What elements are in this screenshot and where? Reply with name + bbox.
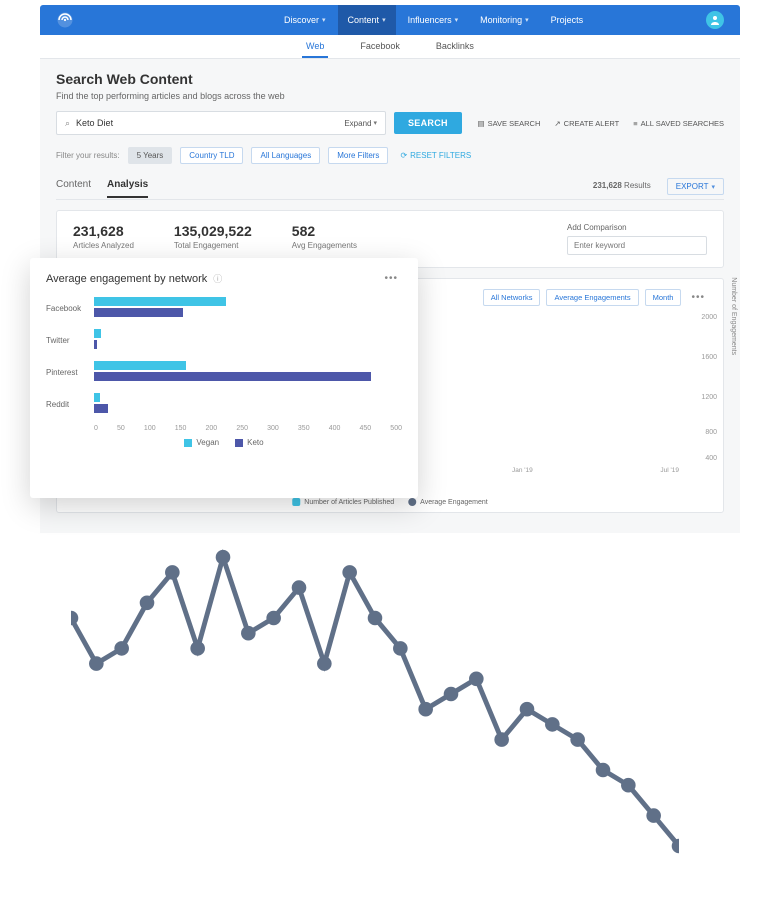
overlay-row-label: Pinterest [46, 368, 94, 377]
top-nav: Discover▾ Content▾ Influencers▾ Monitori… [40, 5, 740, 35]
overlay-row-label: Facebook [46, 304, 94, 313]
nav-monitoring[interactable]: Monitoring▾ [470, 5, 539, 35]
chevron-down-icon: ▾ [322, 16, 326, 24]
chart2-pill-networks[interactable]: All Networks [483, 289, 541, 306]
subtab-facebook[interactable]: Facebook [356, 35, 404, 58]
filters-label: Filter your results: [56, 151, 120, 160]
results-count: 231,628 Results [593, 181, 651, 196]
search-box[interactable]: ⌕ Expand ▾ [56, 111, 386, 135]
subtabs: Web Facebook Backlinks [40, 35, 740, 59]
expand-dropdown[interactable]: Expand ▾ [344, 119, 377, 128]
overlay-row-label: Twitter [46, 336, 94, 345]
subtab-web[interactable]: Web [302, 35, 328, 58]
page-title: Search Web Content [56, 71, 724, 87]
chevron-down-icon: ▾ [382, 16, 386, 24]
nav-content[interactable]: Content▾ [338, 5, 396, 35]
overlay-bars: Facebook Twitter Pinterest Reddit [46, 297, 402, 415]
add-comparison-label: Add Comparison [567, 223, 707, 232]
overlay-xaxis: 050100150200250300350400450500 [94, 425, 402, 432]
subtab-backlinks[interactable]: Backlinks [432, 35, 478, 58]
bookmark-icon: ▤ [477, 119, 484, 128]
tab-content[interactable]: Content [56, 179, 91, 198]
filter-time[interactable]: 5 Years [128, 147, 173, 164]
export-button[interactable]: EXPORT ▾ [667, 178, 724, 195]
stat-engagement: 135,029,522 Total Engagement [174, 223, 252, 250]
refresh-icon: ⟳ [400, 151, 407, 160]
more-icon[interactable]: ••• [380, 273, 402, 284]
chevron-down-icon: ▾ [455, 16, 459, 24]
chart2-pill-granularity[interactable]: Month [645, 289, 682, 306]
chart2-yaxis: 2000 1600 1200 800 400 [687, 314, 717, 474]
tab-analysis[interactable]: Analysis [107, 179, 148, 198]
overlay-row-label: Reddit [46, 400, 94, 409]
stat-avg: 582 Avg Engagements [292, 223, 357, 250]
create-alert-button[interactable]: ↗CREATE ALERT [554, 119, 619, 128]
overlay-title: Average engagement by network [46, 273, 207, 285]
stat-articles: 231,628 Articles Analyzed [73, 223, 134, 250]
search-input[interactable] [76, 118, 338, 128]
nav-projects[interactable]: Projects [541, 5, 594, 35]
all-saved-searches-button[interactable]: ≡ALL SAVED SEARCHES [633, 119, 724, 128]
chart2-legend: Number of Articles Published Average Eng… [292, 498, 487, 506]
logo-icon [56, 11, 74, 29]
avatar[interactable] [706, 11, 724, 29]
list-icon: ≡ [633, 119, 637, 128]
filter-tld[interactable]: Country TLD [180, 147, 243, 164]
reset-filters-button[interactable]: ⟳RESET FILTERS [400, 151, 471, 160]
overlay-network-chart: Average engagement by network ⓘ ••• Face… [30, 258, 418, 498]
search-button[interactable]: SEARCH [394, 112, 462, 134]
nav-discover[interactable]: Discover▾ [274, 5, 336, 35]
search-icon: ⌕ [65, 118, 70, 129]
filter-more[interactable]: More Filters [328, 147, 388, 164]
info-icon[interactable]: ⓘ [213, 272, 222, 285]
add-comparison-input[interactable] [567, 236, 707, 255]
nav-influencers[interactable]: Influencers▾ [398, 5, 469, 35]
save-search-button[interactable]: ▤SAVE SEARCH [477, 119, 540, 128]
chevron-down-icon: ▾ [711, 183, 715, 191]
overlay-legend: Vegan Keto [46, 438, 402, 447]
more-icon[interactable]: ••• [687, 292, 709, 303]
page-subtitle: Find the top performing articles and blo… [56, 91, 724, 101]
chevron-down-icon: ▾ [525, 16, 529, 24]
chevron-down-icon: ▾ [373, 119, 377, 127]
alert-icon: ↗ [554, 119, 560, 128]
filter-lang[interactable]: All Languages [251, 147, 320, 164]
chart2-pill-metric[interactable]: Average Engagements [546, 289, 638, 306]
add-comparison: Add Comparison [567, 223, 707, 255]
chart2-yaxis-title: Number of Engagements [730, 277, 737, 355]
